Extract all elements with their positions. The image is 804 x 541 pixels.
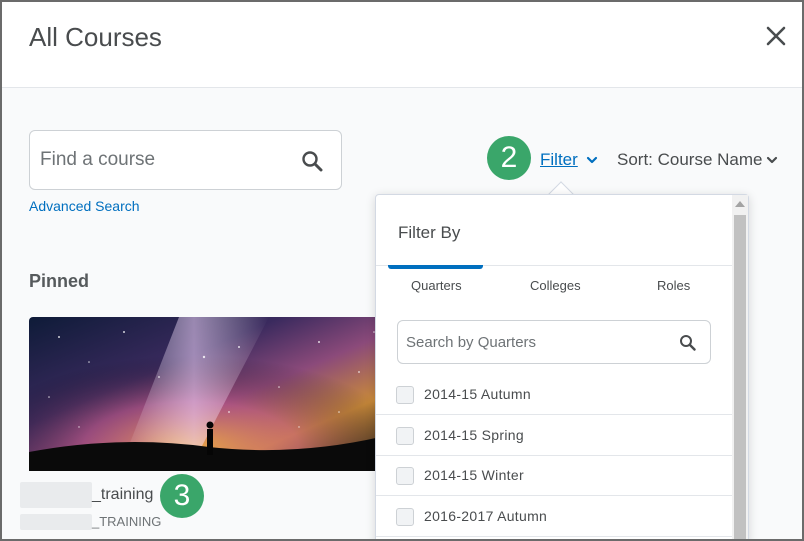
tab-colleges[interactable]: Colleges: [530, 278, 581, 293]
filter-option-label: 2014-15 Winter: [424, 467, 524, 483]
filter-tabs: Quarters Colleges Roles: [376, 265, 732, 305]
course-name[interactable]: _training: [92, 486, 153, 504]
chevron-down-icon[interactable]: [766, 154, 778, 166]
course-image[interactable]: [29, 317, 389, 471]
filter-option-label: 2016-2017 Autumn: [424, 508, 548, 524]
step-callout-3: 3: [160, 474, 204, 518]
all-courses-dialog: All Courses Advanced Search 2 Filter Sor…: [0, 0, 804, 541]
filter-option-label: 2014-15 Autumn: [424, 386, 531, 402]
close-icon[interactable]: [764, 24, 788, 48]
tab-roles[interactable]: Roles: [657, 278, 690, 293]
course-code: _TRAINING: [92, 514, 162, 529]
pinned-heading: Pinned: [29, 271, 90, 291]
filter-by-heading: Filter By: [398, 223, 461, 242]
redacted-text: [20, 482, 92, 508]
filter-dropdown: Filter By Quarters Colleges Roles 2014-1…: [375, 194, 749, 539]
dialog-title: All Courses: [29, 22, 162, 52]
scroll-up-icon[interactable]: [735, 201, 745, 207]
scroll-thumb[interactable]: [734, 215, 746, 539]
redacted-text: [20, 514, 92, 530]
filter-option[interactable]: 2014-15 Winter: [376, 456, 732, 496]
filter-option[interactable]: 2014-15 Spring: [376, 416, 732, 456]
active-tab-indicator: [388, 265, 483, 269]
advanced-search-link[interactable]: Advanced Search: [29, 198, 140, 214]
filter-button[interactable]: Filter: [540, 150, 578, 170]
filter-option[interactable]: 2016-2017 Autumn: [376, 497, 732, 537]
filter-option[interactable]: 2014-15 Autumn: [376, 375, 732, 415]
chevron-down-icon[interactable]: [586, 154, 598, 166]
step-callout-2: 2: [487, 136, 531, 180]
course-search-field[interactable]: [29, 130, 342, 190]
checkbox[interactable]: [396, 386, 414, 404]
checkbox[interactable]: [396, 508, 414, 526]
tab-quarters[interactable]: Quarters: [411, 278, 462, 293]
course-search-input[interactable]: [40, 145, 290, 175]
quarters-search-input[interactable]: [406, 331, 666, 353]
dropdown-scrollbar[interactable]: [732, 195, 748, 539]
dialog-header: All Courses: [2, 2, 802, 88]
checkbox[interactable]: [396, 467, 414, 485]
filter-option-label: 2014-15 Spring: [424, 427, 524, 443]
checkbox[interactable]: [396, 427, 414, 445]
search-icon[interactable]: [679, 334, 696, 351]
sort-button[interactable]: Sort: Course Name: [617, 150, 763, 170]
quarters-search-field[interactable]: [397, 320, 711, 364]
search-icon[interactable]: [301, 150, 323, 172]
